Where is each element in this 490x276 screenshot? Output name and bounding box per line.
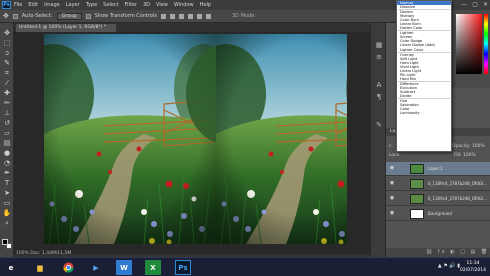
- minimize-button[interactable]: —: [461, 1, 467, 8]
- chrome-icon[interactable]: [60, 260, 76, 275]
- foreground-color-swatch[interactable]: [2, 239, 8, 245]
- auto-select-dropdown[interactable]: Group: [56, 12, 82, 20]
- menu-select[interactable]: Select: [103, 2, 118, 8]
- filter-kind-icon[interactable]: ⌕: [389, 144, 392, 149]
- layer-name: 0_1309c4_2787b248_ORIGI...: [428, 196, 488, 201]
- hue-slider[interactable]: [484, 14, 488, 74]
- eye-icon[interactable]: ◉: [389, 211, 395, 216]
- fill-field[interactable]: Fill: 100%: [454, 152, 476, 160]
- zoom-tool-icon[interactable]: ⌕: [3, 219, 11, 227]
- lasso-tool-icon[interactable]: ↄ: [3, 49, 11, 57]
- align-left-icon[interactable]: [187, 13, 193, 19]
- dodge-tool-icon[interactable]: ◔: [3, 159, 11, 167]
- layer-name: Layer 1: [428, 166, 443, 171]
- clone-stamp-tool-icon[interactable]: ⊥: [3, 109, 11, 117]
- marquee-tool-icon[interactable]: ⬚: [3, 39, 11, 47]
- gradient-tool-icon[interactable]: ▤: [3, 139, 11, 147]
- photoshop-taskbar-icon[interactable]: Ps: [175, 260, 191, 275]
- blur-tool-icon[interactable]: ●: [3, 149, 11, 157]
- window-controls: — ▢ ✕: [461, 1, 488, 8]
- blend-mode-dropdown[interactable]: Normal Dissolve Darken Multiply Color Burn Li…: [396, 0, 452, 152]
- quick-select-tool-icon[interactable]: ✎: [3, 59, 11, 67]
- show-transform-label: Show Transform Controls: [94, 13, 157, 19]
- move-tool-icon[interactable]: ✥: [3, 29, 11, 37]
- photoshop-logo: Ps: [2, 1, 11, 9]
- ie-icon[interactable]: e: [3, 260, 19, 275]
- align-middle-icon[interactable]: [169, 13, 175, 19]
- move-tool-icon[interactable]: ✥: [3, 12, 9, 20]
- layer-name: 0_1309c4_2787b248_ORIGI...: [428, 181, 488, 186]
- layer-thumbnail: [410, 179, 424, 189]
- document-tab[interactable]: Untitled-1 @ 100% (Layer 1, RGB/8*) *: [16, 24, 116, 32]
- layer-row[interactable]: ◉ 0_1309c4_2787b248_ORIGI...: [386, 177, 490, 191]
- layer-name: Background: [428, 211, 452, 216]
- shape-tool-icon[interactable]: ▭: [3, 199, 11, 207]
- hand-tool-icon[interactable]: ✋: [3, 209, 12, 217]
- type-panel-icon[interactable]: A: [375, 81, 383, 89]
- align-bottom-icon[interactable]: [178, 13, 184, 19]
- eye-icon[interactable]: ◉: [389, 166, 395, 171]
- layer-row[interactable]: ◉ Background: [386, 207, 490, 221]
- media-player-icon[interactable]: ▶: [88, 260, 104, 275]
- menu-3d[interactable]: 3D: [143, 2, 150, 8]
- layers-footer-icons[interactable]: ⛓ fx ◐ ▢ ▤ 🗑: [386, 248, 490, 257]
- menu-help[interactable]: Help: [200, 2, 211, 8]
- system-tray[interactable]: ▲ ⚑ 🔊 ▮: [438, 263, 460, 269]
- eye-icon[interactable]: ◉: [389, 196, 395, 201]
- menu-image[interactable]: Image: [44, 2, 60, 8]
- layer-thumbnail: [410, 164, 424, 174]
- clock[interactable]: 11:34 02/07/2014: [460, 260, 486, 274]
- color-field-shade: [456, 14, 482, 74]
- opacity-field[interactable]: Opacity: 100%: [452, 143, 485, 150]
- photoshop-window: Ps File Edit Image Layer Type Select Fil…: [0, 0, 490, 276]
- canvas[interactable]: [44, 34, 347, 244]
- layer-row[interactable]: ◉ Layer 1: [386, 162, 490, 176]
- menu-file[interactable]: File: [14, 2, 22, 8]
- path-select-tool-icon[interactable]: ➤: [3, 189, 11, 197]
- history-brush-tool-icon[interactable]: ↺: [3, 119, 11, 127]
- menu-edit[interactable]: Edit: [28, 2, 38, 8]
- menu-view[interactable]: View: [156, 2, 168, 8]
- windows-taskbar: e ▆ ▶ W X Ps ▲ ⚑ 🔊 ▮ 11:34 02/07/2014: [0, 257, 490, 276]
- word-icon[interactable]: W: [116, 260, 132, 275]
- clock-date: 02/07/2014: [460, 268, 486, 273]
- blend-mode-option[interactable]: Luminosity: [397, 111, 451, 115]
- file-explorer-icon[interactable]: ▆: [32, 260, 48, 275]
- auto-select-checkbox[interactable]: [12, 13, 18, 19]
- properties-panel-icon[interactable]: ≡: [375, 53, 383, 61]
- menu-window[interactable]: Window: [174, 2, 194, 8]
- 3d-mode-label: 3D Mode:: [232, 13, 256, 19]
- color-swatches[interactable]: [2, 239, 12, 249]
- brush-tool-icon[interactable]: ✏: [3, 99, 11, 107]
- menu-layer[interactable]: Layer: [66, 2, 80, 8]
- eyedropper-tool-icon[interactable]: ⁄: [3, 79, 11, 87]
- canvas-image: [44, 34, 347, 244]
- show-transform-checkbox[interactable]: [85, 13, 91, 19]
- menu-filter[interactable]: Filter: [125, 2, 137, 8]
- crop-tool-icon[interactable]: ⌗: [3, 69, 11, 77]
- auto-select-label: Auto-Select:: [21, 13, 53, 19]
- layer-row[interactable]: ◉ 0_1309c4_2787b248_ORIGI...: [386, 192, 490, 206]
- excel-icon[interactable]: X: [145, 260, 161, 275]
- close-button[interactable]: ✕: [483, 1, 488, 8]
- paragraph-panel-icon[interactable]: ¶: [375, 93, 383, 101]
- maximize-button[interactable]: ▢: [472, 1, 478, 8]
- panel-dock-strip: ▦ ≡ A ¶ ✎: [370, 23, 386, 257]
- tools-panel: ✥ ⬚ ↄ ✎ ⌗ ⁄ ✚ ✏ ⊥ ↺ ▱ ▤ ● ◔ ✒ T ➤ ▭ ✋ ⌕: [0, 23, 14, 257]
- type-tool-icon[interactable]: T: [3, 179, 11, 187]
- brush-panel-icon[interactable]: ✎: [375, 121, 383, 129]
- eye-icon[interactable]: ◉: [389, 181, 395, 186]
- layer-thumbnail: [410, 209, 424, 219]
- align-center-icon[interactable]: [196, 13, 202, 19]
- clock-time: 11:34: [466, 261, 480, 266]
- align-top-icon[interactable]: [160, 13, 166, 19]
- healing-brush-tool-icon[interactable]: ✚: [3, 89, 11, 97]
- align-right-icon[interactable]: [205, 13, 211, 19]
- layer-thumbnail: [410, 194, 424, 204]
- history-panel-icon[interactable]: ▦: [375, 41, 383, 49]
- menu-type[interactable]: Type: [86, 2, 97, 8]
- eraser-tool-icon[interactable]: ▱: [3, 129, 11, 137]
- pen-tool-icon[interactable]: ✒: [3, 169, 11, 177]
